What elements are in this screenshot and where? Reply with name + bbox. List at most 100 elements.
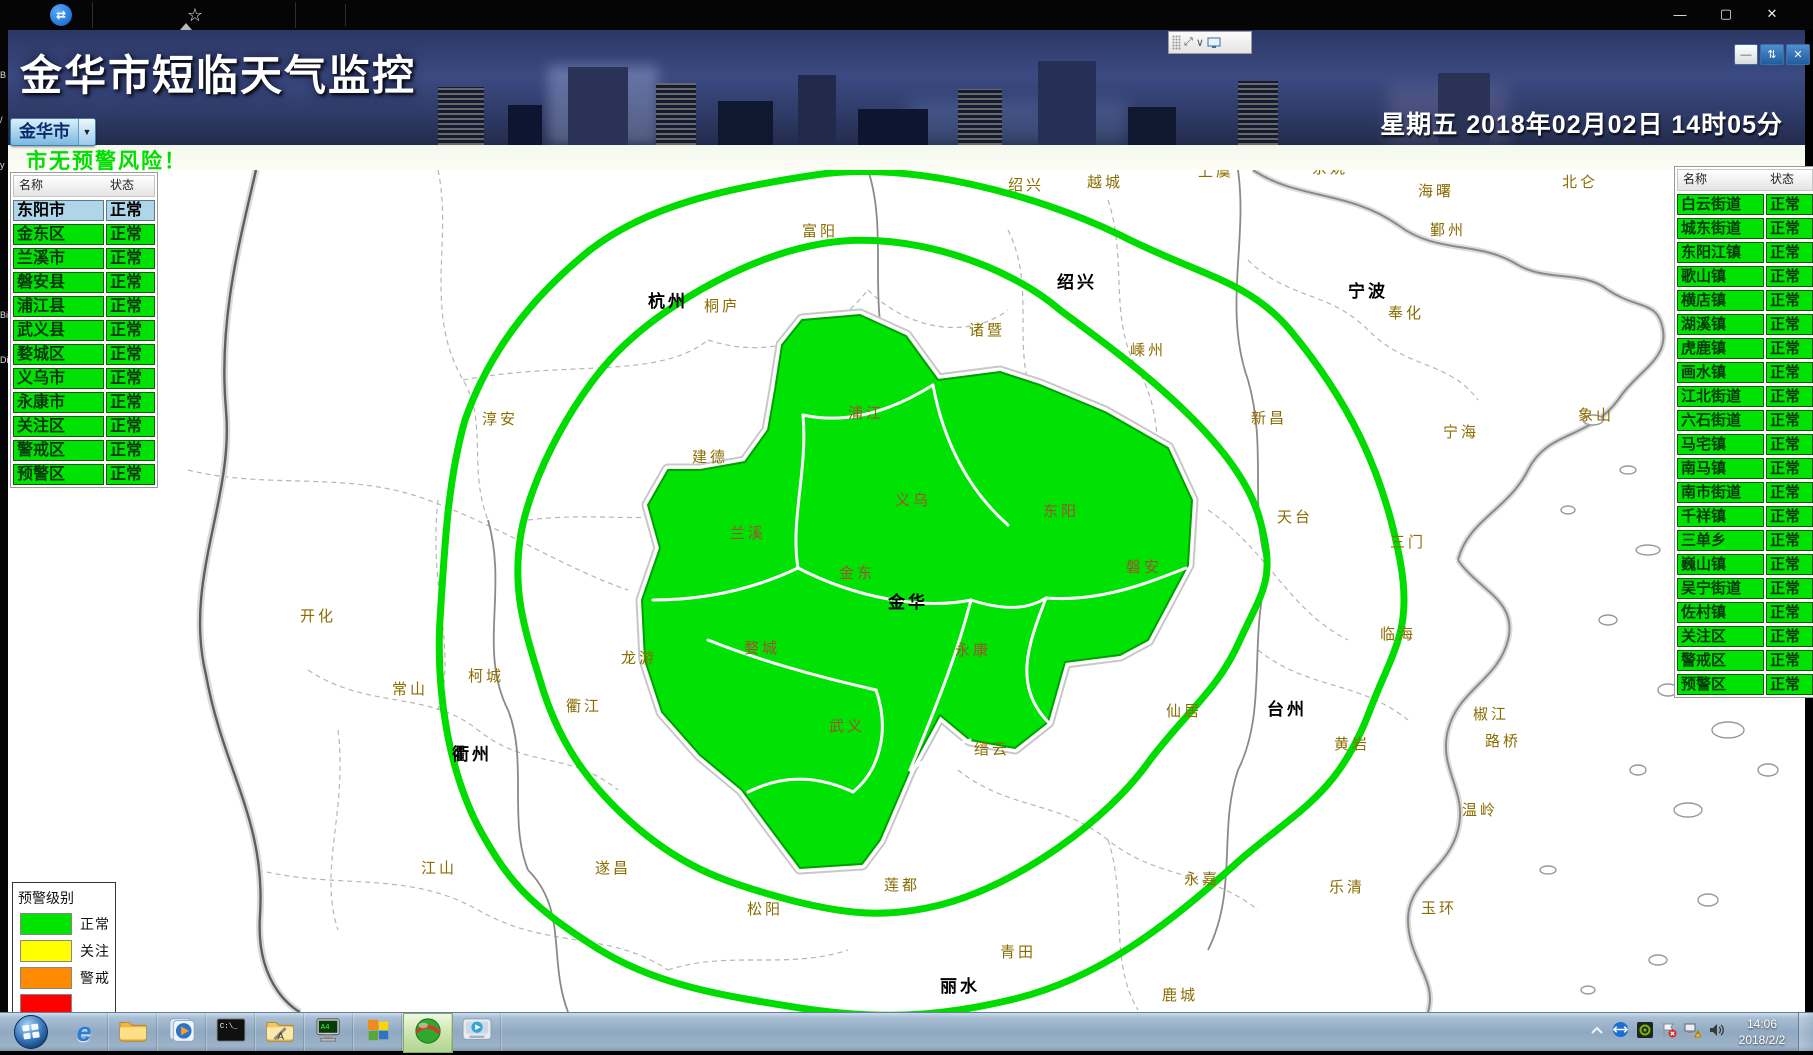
tray-hidden-icons[interactable]: [1588, 1024, 1605, 1041]
map-label-county: 新昌: [1251, 410, 1287, 427]
row-name: 虎鹿镇: [1677, 338, 1764, 359]
row-status: 正常: [1766, 338, 1813, 359]
table-row[interactable]: 三单乡正常: [1677, 530, 1813, 551]
row-status: 正常: [1766, 674, 1813, 695]
drag-grip-icon[interactable]: [1172, 35, 1181, 50]
map-label-county: 衢江: [566, 698, 602, 715]
table-row[interactable]: 横店镇正常: [1677, 290, 1813, 311]
building-silhouette: [1038, 61, 1096, 145]
table-row[interactable]: 关注区正常: [13, 416, 155, 437]
table-row[interactable]: 东阳市正常: [13, 200, 155, 221]
os-title-bar: ⇄ ☆ —▢✕: [0, 0, 1813, 30]
taskbar-app-ie[interactable]: e: [60, 1013, 109, 1051]
row-name: 义乌市: [13, 368, 104, 389]
table-row[interactable]: 歌山镇正常: [1677, 266, 1813, 287]
media-player-icon: [168, 1017, 196, 1048]
taskbar-app-video-player[interactable]: [453, 1013, 502, 1051]
start-button[interactable]: [12, 1014, 50, 1050]
jinhua-region[interactable]: [642, 315, 1192, 868]
taskbar-app-cmd[interactable]: C:\_: [207, 1013, 256, 1051]
row-status: 正常: [1766, 194, 1813, 215]
table-row[interactable]: 江北街道正常: [1677, 386, 1813, 407]
monitor-icon[interactable]: [1207, 37, 1221, 49]
table-row[interactable]: 吴宁街道正常: [1677, 578, 1813, 599]
tray-teamviewer[interactable]: [1612, 1024, 1629, 1041]
map-label-county: 三门: [1390, 534, 1426, 551]
windows-taskbar: e C:\_AA4 ! 14:06 2018/2/2: [0, 1012, 1813, 1051]
favorites-tab[interactable]: ☆: [95, 2, 296, 28]
building-silhouette: [718, 101, 773, 145]
table-row[interactable]: 警戒区正常: [13, 440, 155, 461]
map-label-county: 嵊州: [1130, 342, 1166, 359]
table-row[interactable]: 千祥镇正常: [1677, 506, 1813, 527]
tray-nvidia[interactable]: [1636, 1024, 1653, 1041]
remote-session-toolbar[interactable]: ⤢ ∨: [1168, 31, 1252, 54]
table-row[interactable]: 义乌市正常: [13, 368, 155, 389]
tray-volume[interactable]: [1708, 1024, 1725, 1041]
map-label-county: 天台: [1277, 509, 1313, 526]
tray-network[interactable]: !: [1684, 1024, 1701, 1041]
table-row[interactable]: 巍山镇正常: [1677, 554, 1813, 575]
table-row[interactable]: 城东街道正常: [1677, 218, 1813, 239]
table-row[interactable]: 六石街道正常: [1677, 410, 1813, 431]
table-row[interactable]: 金东区正常: [13, 224, 155, 245]
video-player-icon: [462, 1017, 492, 1048]
table-row[interactable]: 东阳江镇正常: [1677, 242, 1813, 263]
table-row[interactable]: 武义县正常: [13, 320, 155, 341]
row-name: 巍山镇: [1677, 554, 1764, 575]
table-row[interactable]: 南马镇正常: [1677, 458, 1813, 479]
row-status: 正常: [106, 200, 155, 221]
tray-clock[interactable]: 14:06 2018/2/2: [1729, 1016, 1795, 1048]
table-row[interactable]: 南市街道正常: [1677, 482, 1813, 503]
os-maximize-button[interactable]: ▢: [1703, 0, 1749, 28]
app-close-button[interactable]: ✕: [1786, 44, 1810, 65]
table-row[interactable]: 预警区正常: [1677, 674, 1813, 695]
taskbar-app-media-player[interactable]: [158, 1013, 207, 1051]
table-row[interactable]: 警戒区正常: [1677, 650, 1813, 671]
taskbar-app-system-monitor[interactable]: A4: [305, 1013, 354, 1051]
teamviewer-tab[interactable]: ⇄: [30, 2, 93, 28]
fullscreen-icon[interactable]: ⤢: [1184, 36, 1193, 49]
taskbar-app-office[interactable]: [354, 1013, 403, 1051]
row-name: 横店镇: [1677, 290, 1764, 311]
building-silhouette: [798, 75, 836, 145]
table-row[interactable]: 虎鹿镇正常: [1677, 338, 1813, 359]
table-row[interactable]: 浦江县正常: [13, 296, 155, 317]
table-row[interactable]: 兰溪市正常: [13, 248, 155, 269]
table-row[interactable]: 画水镇正常: [1677, 362, 1813, 383]
table-row[interactable]: 永康市正常: [13, 392, 155, 413]
table-row[interactable]: 婺城区正常: [13, 344, 155, 365]
row-name: 关注区: [13, 416, 104, 437]
table-row[interactable]: 白云街道正常: [1677, 194, 1813, 215]
row-status: 正常: [106, 296, 155, 317]
map-label-county: 青田: [1000, 944, 1036, 961]
taskbar-app-tools-folder[interactable]: A: [256, 1013, 305, 1051]
app-restore-button[interactable]: ⇅: [1760, 44, 1784, 65]
os-minimize-button[interactable]: —: [1657, 0, 1703, 28]
svg-text:!: !: [1697, 1032, 1698, 1038]
table-row[interactable]: 佐村镇正常: [1677, 602, 1813, 623]
map-label-county: 淳安: [482, 410, 518, 428]
row-status: 正常: [1766, 218, 1813, 239]
os-close-button[interactable]: ✕: [1749, 0, 1795, 28]
table-row[interactable]: 磐安县正常: [13, 272, 155, 293]
table-row[interactable]: 预警区正常: [13, 464, 155, 485]
chevron-down-icon[interactable]: ∨: [1196, 36, 1204, 49]
tray-action-center[interactable]: [1660, 1024, 1677, 1041]
map-label-county: 遂昌: [595, 860, 631, 877]
taskbar-app-weather-globe[interactable]: [403, 1013, 453, 1053]
show-desktop-button[interactable]: [1798, 1013, 1813, 1051]
row-name: 城东街道: [1677, 218, 1764, 239]
map-label-district: 兰溪: [730, 525, 766, 542]
city-selector-dropdown[interactable]: 金华市 ▼: [10, 118, 96, 146]
map-canvas[interactable]: 余姚上虞越城绍兴海曙北仑鄞州富阳桐庐奉化诸暨嵊州宁海象山新昌淳安建德天台三门临海…: [8, 170, 1805, 1012]
map-label-county: 江山: [421, 860, 457, 877]
map-label-county: 龙游: [621, 650, 657, 667]
building-silhouette: [656, 83, 696, 145]
map-label-city: 金华: [887, 592, 928, 612]
table-row[interactable]: 湖溪镇正常: [1677, 314, 1813, 335]
taskbar-app-explorer[interactable]: [109, 1013, 158, 1051]
app-minimize-button[interactable]: —: [1734, 44, 1758, 65]
table-row[interactable]: 马宅镇正常: [1677, 434, 1813, 455]
table-row[interactable]: 关注区正常: [1677, 626, 1813, 647]
